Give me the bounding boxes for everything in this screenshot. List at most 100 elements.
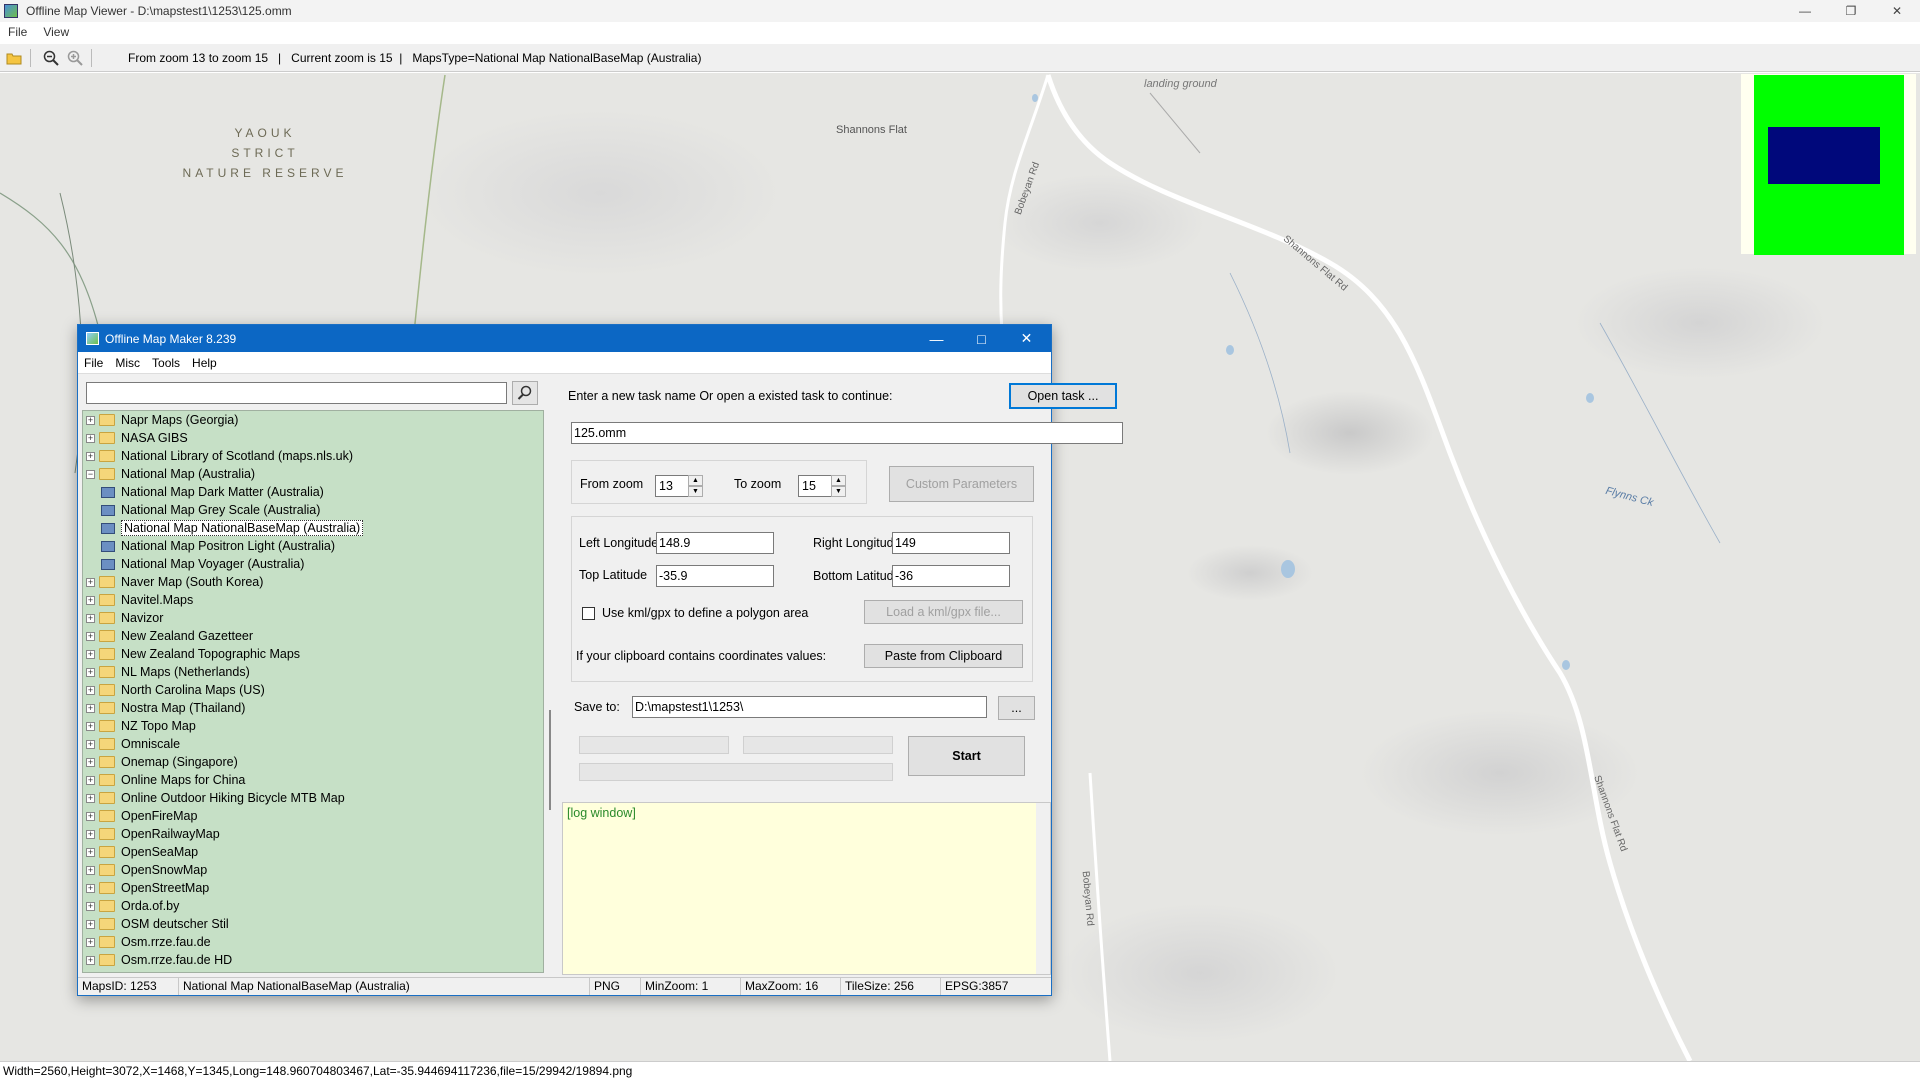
open-task-button[interactable]: Open task ... bbox=[1009, 383, 1117, 409]
open-folder-icon[interactable] bbox=[4, 48, 24, 68]
expand-icon[interactable]: + bbox=[86, 901, 95, 911]
dialog-menu-help[interactable]: Help bbox=[186, 356, 223, 370]
expand-icon[interactable]: + bbox=[86, 577, 95, 587]
tree-item[interactable]: National Map Grey Scale (Australia) bbox=[83, 501, 543, 519]
to-zoom-spinner[interactable]: 15 ▲ ▼ bbox=[798, 475, 846, 497]
expand-icon[interactable]: + bbox=[86, 757, 95, 767]
top-latitude-input[interactable]: -35.9 bbox=[656, 565, 774, 587]
to-zoom-up-icon[interactable]: ▲ bbox=[831, 475, 846, 486]
task-name-input[interactable]: 125.omm bbox=[571, 422, 1123, 444]
expand-icon[interactable]: + bbox=[86, 793, 95, 803]
dialog-menu-file[interactable]: File bbox=[78, 356, 109, 370]
tree-item[interactable]: National Map Voyager (Australia) bbox=[83, 555, 543, 573]
expand-icon[interactable]: + bbox=[86, 595, 95, 605]
expand-icon[interactable]: + bbox=[86, 919, 95, 929]
minimap-viewport[interactable] bbox=[1768, 127, 1880, 184]
expand-icon[interactable]: + bbox=[86, 883, 95, 893]
menu-view[interactable]: View bbox=[35, 25, 77, 39]
tree-item[interactable]: + OpenSnowMap bbox=[83, 861, 543, 879]
minimize-button[interactable]: — bbox=[1782, 0, 1828, 22]
tree-item[interactable]: National Map Positron Light (Australia) bbox=[83, 537, 543, 555]
tree-item[interactable]: + National Library of Scotland (maps.nls.… bbox=[83, 447, 543, 465]
tree-item[interactable]: + Navizor bbox=[83, 609, 543, 627]
to-zoom-value[interactable]: 15 bbox=[798, 475, 832, 497]
expand-icon[interactable]: + bbox=[86, 703, 95, 713]
tree-item[interactable]: + Onemap (Singapore) bbox=[83, 753, 543, 771]
tree-item[interactable]: + North Carolina Maps (US) bbox=[83, 681, 543, 699]
save-to-input[interactable]: D:\mapstest1\1253\ bbox=[632, 696, 987, 718]
browse-button[interactable]: ... bbox=[998, 696, 1035, 720]
tree-item[interactable]: National Map NationalBaseMap (Australia) bbox=[83, 519, 543, 537]
expand-icon[interactable]: + bbox=[86, 433, 95, 443]
expand-icon[interactable]: + bbox=[86, 685, 95, 695]
tree-item[interactable]: + Osm.rrze.fau.de HD bbox=[83, 951, 543, 969]
custom-parameters-button[interactable]: Custom Parameters bbox=[889, 466, 1034, 502]
expand-icon[interactable]: + bbox=[86, 937, 95, 947]
tree-item[interactable]: + OpenRailwayMap bbox=[83, 825, 543, 843]
tree-item[interactable]: + Nostra Map (Thailand) bbox=[83, 699, 543, 717]
from-zoom-up-icon[interactable]: ▲ bbox=[688, 475, 703, 486]
paste-clipboard-button[interactable]: Paste from Clipboard bbox=[864, 644, 1023, 668]
expand-icon[interactable]: + bbox=[86, 415, 95, 425]
expand-icon[interactable]: + bbox=[86, 775, 95, 785]
dialog-minimize-button[interactable]: — bbox=[914, 325, 959, 352]
expand-icon[interactable]: + bbox=[86, 721, 95, 731]
search-button[interactable] bbox=[512, 381, 538, 405]
close-button[interactable]: ✕ bbox=[1874, 0, 1920, 22]
dialog-menu-tools[interactable]: Tools bbox=[146, 356, 186, 370]
to-zoom-down-icon[interactable]: ▼ bbox=[831, 486, 846, 497]
tree-item[interactable]: + Napr Maps (Georgia) bbox=[83, 411, 543, 429]
collapse-icon[interactable]: − bbox=[86, 469, 95, 479]
tree-item[interactable]: + NASA GIBS bbox=[83, 429, 543, 447]
expand-icon[interactable]: + bbox=[86, 631, 95, 641]
zoom-in-icon[interactable] bbox=[65, 48, 85, 68]
from-zoom-spinner[interactable]: 13 ▲ ▼ bbox=[655, 475, 703, 497]
expand-icon[interactable]: + bbox=[86, 451, 95, 461]
expand-icon[interactable]: + bbox=[86, 829, 95, 839]
expand-icon[interactable]: + bbox=[86, 865, 95, 875]
dialog-close-button[interactable]: ✕ bbox=[1004, 325, 1049, 352]
tree-item[interactable]: + New Zealand Topographic Maps bbox=[83, 645, 543, 663]
dialog-maximize-button[interactable]: □ bbox=[959, 325, 1004, 352]
from-zoom-value[interactable]: 13 bbox=[655, 475, 689, 497]
dialog-menu-misc[interactable]: Misc bbox=[109, 356, 146, 370]
tree-item[interactable]: + Navitel.Maps bbox=[83, 591, 543, 609]
maps-tree[interactable]: + Napr Maps (Georgia) + NASA GIBS + National … bbox=[82, 410, 544, 973]
menu-file[interactable]: File bbox=[0, 25, 35, 39]
tree-item[interactable]: + Online Outdoor Hiking Bicycle MTB Map bbox=[83, 789, 543, 807]
tree-item[interactable]: + Orda.of.by bbox=[83, 897, 543, 915]
zoom-out-icon[interactable] bbox=[41, 48, 61, 68]
tree-item[interactable]: + Osm.rrze.fau.de bbox=[83, 933, 543, 951]
tree-item[interactable]: − National Map (Australia) bbox=[83, 465, 543, 483]
expand-icon[interactable]: + bbox=[86, 811, 95, 821]
tree-item[interactable]: + New Zealand Gazetteer bbox=[83, 627, 543, 645]
tree-item[interactable]: + NZ Topo Map bbox=[83, 717, 543, 735]
tree-item[interactable]: + Naver Map (South Korea) bbox=[83, 573, 543, 591]
expand-icon[interactable]: + bbox=[86, 739, 95, 749]
tree-item[interactable]: + NL Maps (Netherlands) bbox=[83, 663, 543, 681]
tree-item[interactable]: + Online Maps for China bbox=[83, 771, 543, 789]
tree-item[interactable]: + Omniscale bbox=[83, 735, 543, 753]
tree-item[interactable]: + OpenStreetMap bbox=[83, 879, 543, 897]
expand-icon[interactable]: + bbox=[86, 955, 95, 965]
kml-polygon-checkbox[interactable] bbox=[582, 607, 595, 620]
log-window[interactable]: [log window] bbox=[562, 802, 1051, 975]
tree-item[interactable]: + OpenSeaMap bbox=[83, 843, 543, 861]
minimap[interactable] bbox=[1741, 74, 1916, 255]
left-longitude-input[interactable]: 148.9 bbox=[656, 532, 774, 554]
bottom-latitude-input[interactable]: -36 bbox=[892, 565, 1010, 587]
tree-scrollbar[interactable] bbox=[545, 420, 555, 975]
tree-item[interactable]: + OpenFireMap bbox=[83, 807, 543, 825]
from-zoom-down-icon[interactable]: ▼ bbox=[688, 486, 703, 497]
log-scrollbar[interactable] bbox=[1036, 803, 1050, 974]
expand-icon[interactable]: + bbox=[86, 613, 95, 623]
restore-button[interactable]: ❐ bbox=[1828, 0, 1874, 22]
expand-icon[interactable]: + bbox=[86, 649, 95, 659]
load-kml-button[interactable]: Load a kml/gpx file... bbox=[864, 600, 1023, 624]
expand-icon[interactable]: + bbox=[86, 847, 95, 857]
tree-item[interactable]: National Map Dark Matter (Australia) bbox=[83, 483, 543, 501]
tree-item[interactable]: + OSM deutscher Stil bbox=[83, 915, 543, 933]
maps-search-input[interactable] bbox=[86, 382, 507, 404]
expand-icon[interactable]: + bbox=[86, 667, 95, 677]
right-longitude-input[interactable]: 149 bbox=[892, 532, 1010, 554]
